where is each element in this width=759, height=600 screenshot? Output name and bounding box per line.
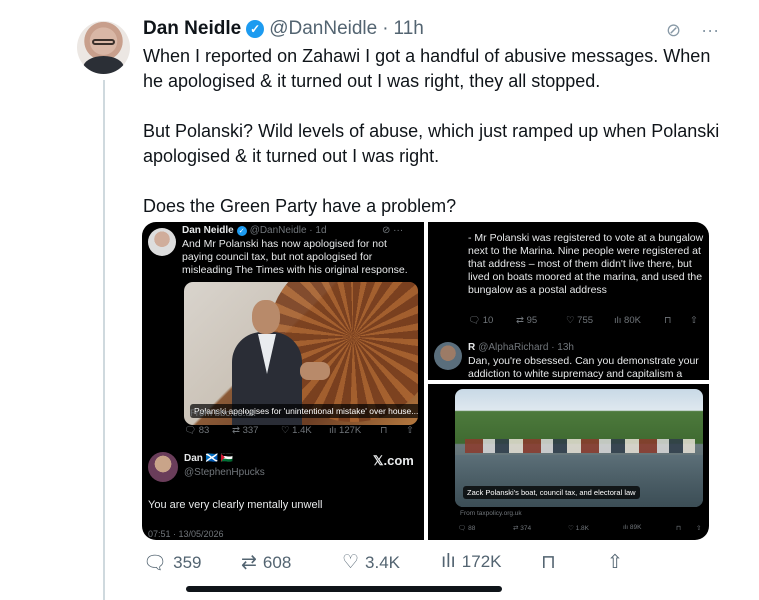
reply-icon: 🗨: [458, 525, 467, 532]
reply-handle: @StephenHpucks: [184, 467, 265, 478]
share-icon: ⇧: [607, 552, 623, 573]
repost-icon: ⇄: [232, 425, 240, 436]
water-reflection: [455, 455, 703, 507]
x-logo-icon: 𝕏.com: [373, 453, 414, 468]
mini-grok-icon: ⊘ ···: [382, 225, 404, 236]
author-handle[interactable]: @DanNeidle: [269, 18, 377, 40]
view-count: 172K: [461, 552, 502, 571]
mini-repost-count: ⇄ 337: [232, 425, 259, 436]
views-button[interactable]: ılı 172K: [441, 551, 501, 573]
avatar[interactable]: [77, 21, 130, 74]
mini-view-count: ılı 127K: [329, 425, 362, 436]
rb-link-source: From taxpolicy.org.uk: [460, 510, 522, 517]
avatar-glasses: [92, 39, 115, 45]
photo-head: [252, 300, 280, 334]
views-icon: ılı: [329, 425, 337, 436]
repost-icon: ⇄: [516, 315, 524, 326]
like-icon: ♡: [566, 315, 575, 326]
boat-photo: Zack Polanski's boat, council tax, and e…: [455, 389, 703, 507]
verified-badge-icon: ✓: [246, 20, 265, 38]
mini-name: Dan Neidle: [182, 225, 234, 236]
rt-repost-count: ⇄ 95: [516, 315, 538, 326]
repost-icon: ⇄: [241, 552, 257, 573]
rb-view-count: ılı 89K: [623, 524, 642, 531]
like-count: 3.4K: [365, 552, 401, 572]
moored-boats: [465, 439, 695, 453]
like-button[interactable]: ♡ 3.4K: [342, 551, 400, 574]
reply-icon: 🗨: [184, 425, 197, 436]
reply-button[interactable]: 🗨 359: [143, 551, 202, 575]
like-icon: ♡: [281, 425, 290, 436]
mini-reply-count: 🗨 83: [184, 425, 210, 436]
separator: ·: [382, 18, 389, 39]
rt-reply-avatar: [434, 342, 462, 370]
mini-verified-icon: ✓: [236, 225, 247, 236]
mini-avatar: [148, 228, 176, 256]
media-grid[interactable]: Dan Neidle ✓ @DanNeidle · 1d ⊘ ··· And M…: [142, 222, 709, 540]
top-icons: ⊘ ···: [666, 20, 719, 41]
bookmark-button[interactable]: ⊓: [541, 551, 556, 574]
reply-icon: 🗨: [143, 553, 168, 574]
mini-text: And Mr Polanski has now apologised for n…: [182, 238, 408, 276]
like-icon: ♡: [568, 525, 574, 532]
repost-icon: ⇄: [513, 525, 519, 532]
author-name[interactable]: Dan Neidle: [143, 18, 241, 40]
share-button[interactable]: ⇧: [607, 551, 623, 574]
screenshot-left[interactable]: Dan Neidle ✓ @DanNeidle · 1d ⊘ ··· And M…: [142, 222, 424, 540]
more-icon[interactable]: ···: [701, 20, 719, 41]
rb-repost-count: ⇄ 374: [513, 525, 532, 532]
article-photo: Polanski apologises for 'unintentional m…: [184, 282, 418, 425]
boat-photo-caption: Zack Polanski's boat, council tax, and e…: [463, 486, 640, 499]
reply-text: You are very clearly mentally unwell: [148, 499, 323, 511]
mini-like-count: ♡ 1.4K: [281, 425, 312, 436]
mini-header: Dan Neidle ✓ @DanNeidle · 1d ⊘ ···: [182, 225, 403, 236]
rb-bookmark-icon: ⊓: [676, 525, 682, 532]
rt-bookmark-icon: ⊓: [664, 315, 672, 326]
rt-reply-text: Dan, you're obsessed. Can you demonstrat…: [468, 355, 699, 380]
reply-avatar: [148, 452, 178, 482]
reply-count: 359: [173, 553, 202, 572]
rt-reply-count: 🗨 10: [468, 315, 494, 326]
rt-like-count: ♡ 755: [566, 315, 594, 326]
reply-icon: 🗨: [468, 315, 481, 326]
mini-bookmark-icon: ⊓: [380, 425, 388, 436]
screenshot-right-bottom[interactable]: Zack Polanski's boat, council tax, and e…: [428, 384, 709, 540]
repost-button[interactable]: ⇄ 608: [241, 551, 291, 574]
reply-handle-row: @StephenHpucks: [184, 467, 265, 478]
mini-handle-time: @DanNeidle · 1d: [249, 225, 327, 236]
thread-text: - Mr Polanski was registered to vote at …: [468, 232, 704, 296]
views-icon: ılı: [441, 551, 456, 572]
bookmark-icon: ⊓: [541, 552, 556, 573]
avatar-shirt: [83, 56, 124, 74]
tweet-paragraph-3: Does the Green Party have a problem?: [143, 196, 457, 216]
reply-header: Dan 🏴󠁧󠁢󠁳󠁣󠁴󠁿 🇵🇸: [184, 453, 233, 464]
views-icon: ılı: [623, 524, 629, 531]
thread-line: [103, 80, 105, 600]
rb-reply-count: 🗨 88: [458, 525, 476, 532]
rt-view-count: ılı 80K: [614, 315, 641, 326]
rt-reply-handle-time: @AlphaRichard · 13h: [478, 342, 574, 353]
tweet-time[interactable]: 11h: [394, 18, 424, 40]
link-source: From bbc.co.uk: [190, 408, 256, 419]
tweet-paragraph-2: But Polanski? Wild levels of abuse, whic…: [143, 121, 720, 166]
tweet-actions: 🗨 359 ⇄ 608 ♡ 3.4K ılı 172K ⊓ ⇧: [143, 551, 623, 575]
rt-reply-header: R @AlphaRichard · 13h: [468, 342, 574, 353]
tweet-text: When I reported on Zahawi I got a handfu…: [143, 44, 723, 219]
rt-reply-name: R: [468, 342, 476, 353]
photo-hand: [300, 362, 330, 380]
reply-name: Dan 🏴󠁧󠁢󠁳󠁣󠁴󠁿 🇵🇸: [184, 453, 234, 464]
repost-count: 608: [262, 552, 292, 572]
rt-share-icon: ⇧: [690, 315, 698, 326]
home-indicator[interactable]: [186, 586, 502, 592]
like-icon: ♡: [342, 552, 360, 573]
reply-timestamp: 07:51 · 13/05/2026: [148, 529, 224, 539]
tweet-paragraph-1: When I reported on Zahawi I got a handfu…: [143, 46, 711, 91]
tweet-header: Dan Neidle ✓ @DanNeidle · 11h: [143, 17, 424, 41]
rb-like-count: ♡ 1.8K: [568, 525, 590, 532]
mini-share-icon: ⇧: [406, 425, 414, 436]
views-icon: ılı: [614, 315, 622, 326]
rb-share-icon: ⇧: [696, 525, 702, 532]
screenshot-right-top[interactable]: - Mr Polanski was registered to vote at …: [428, 222, 709, 380]
grok-icon[interactable]: ⊘: [666, 20, 681, 41]
